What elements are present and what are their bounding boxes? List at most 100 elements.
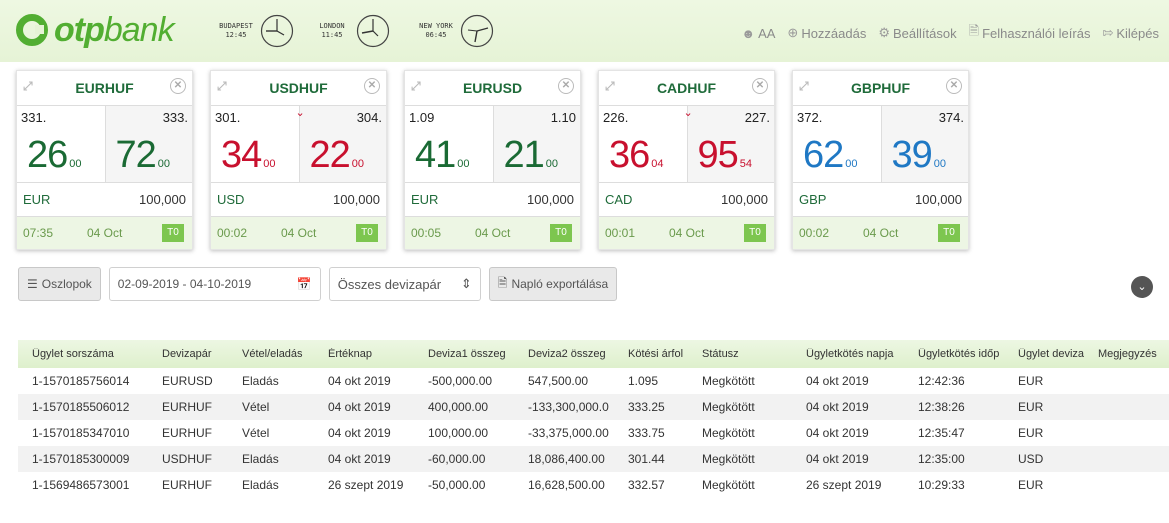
table-cell: 12:42:36 — [918, 374, 965, 388]
close-icon[interactable]: ✕ — [946, 78, 962, 94]
sell-price-button[interactable]: 226. 36 04 — [599, 106, 687, 182]
table-cell: 1.095 — [628, 374, 659, 388]
table-cell: EUR — [1018, 426, 1044, 440]
gear-icon: ⚙ — [878, 25, 891, 40]
columns-button-label: Oszlopok — [41, 277, 92, 291]
expand-icon[interactable]: ⤢ — [217, 79, 227, 94]
tile-amount-row[interactable]: USD 100,000 — [211, 183, 386, 217]
sell-price-main: 26 — [27, 134, 68, 176]
currency-tile[interactable]: ⤢ GBPHUF ✕ 372. 62 00 374. 39 00 GBP 100,000 00:02 0… — [792, 70, 969, 250]
export-log-button[interactable]: 🗎 Napló exportálása — [488, 267, 618, 301]
close-icon[interactable]: ✕ — [170, 78, 186, 94]
table-cell: 04 okt 2019 — [328, 426, 391, 440]
otp-bank-logo[interactable]: otpbank — [16, 10, 175, 50]
buy-price-button[interactable]: ⌄ 304. 22 00 — [296, 106, 386, 182]
table-row[interactable]: 1-1570185300009 USDHUF Eladás 04 okt 2019 -6… — [18, 446, 1169, 472]
column-header[interactable]: Vétel/eladás — [228, 348, 314, 360]
sell-price-main: 41 — [415, 134, 456, 176]
table-cell: Eladás — [242, 478, 279, 492]
buy-price-button[interactable]: ⌄ 227. 95 54 — [684, 106, 774, 182]
close-icon[interactable]: ✕ — [364, 78, 380, 94]
column-header[interactable]: Kötési árfol — [614, 348, 688, 360]
tile-amount-row[interactable]: EUR 100,000 — [17, 183, 192, 217]
clock-budapest: BUDAPEST 12:45 — [216, 14, 294, 48]
nav-add[interactable]: ⊕ Hozzáadás — [787, 22, 866, 44]
nav-user[interactable]: ☻ AA — [741, 22, 775, 44]
buy-price-button[interactable]: 374. 39 00 — [880, 106, 968, 182]
sell-price-button[interactable]: 1.09 41 00 — [405, 106, 493, 182]
nav-user-guide[interactable]: 🗎 Felhasználói leírás — [969, 22, 1091, 44]
close-icon[interactable]: ✕ — [558, 78, 574, 94]
nav-logout[interactable]: ⇰ Kilépés — [1102, 22, 1159, 44]
table-row[interactable]: 1-1570185506012 EURHUF Vétel 04 okt 2019 400… — [18, 394, 1169, 420]
table-cell: -60,000.00 — [428, 452, 486, 466]
expand-icon[interactable]: ⤢ — [23, 79, 33, 94]
column-header[interactable]: Ügyletkötés napja — [792, 348, 904, 360]
currency-tile[interactable]: ⤢ CADHUF ✕ 226. 36 04 ⌄ 227. 95 54 CAD 100,000 00:01… — [598, 70, 775, 250]
table-cell: 04 okt 2019 — [328, 452, 391, 466]
column-header[interactable]: Ügylet deviza — [1004, 348, 1084, 360]
column-header[interactable]: Megjegyzés — [1084, 348, 1169, 360]
sell-price-button[interactable]: 372. 62 00 — [793, 106, 881, 182]
tile-tenor-button[interactable]: T0 — [162, 224, 184, 242]
nav-settings[interactable]: ⚙ Beállítások — [878, 22, 956, 44]
table-cell: Megkötött — [702, 478, 755, 492]
table-row[interactable]: 1-1569486573001 EURHUF Eladás 26 szept 2019… — [18, 472, 1169, 498]
buy-price-prefix: 374. — [938, 110, 964, 125]
table-cell: Megkötött — [702, 426, 755, 440]
table-header-row: Ügylet sorszáma Devizapár Vétel/eladás Érté… — [18, 340, 1169, 368]
tile-tenor-button[interactable]: T0 — [744, 224, 766, 242]
table-cell: 26 szept 2019 — [328, 478, 404, 492]
expand-icon[interactable]: ⤢ — [411, 79, 421, 94]
column-header[interactable]: Deviza2 összeg — [514, 348, 614, 360]
column-header[interactable]: Értéknap — [314, 348, 414, 360]
buy-price-button[interactable]: 333. 72 00 — [104, 106, 192, 182]
chevron-down-icon[interactable]: ⌄ — [1131, 276, 1153, 298]
table-cell: 1-1569486573001 — [32, 478, 130, 492]
table-cell: 12:35:00 — [918, 452, 965, 466]
brand-otp: otp — [54, 10, 105, 49]
column-header[interactable]: Ügylet sorszáma — [18, 348, 148, 360]
column-header[interactable]: Devizapár — [148, 348, 228, 360]
buy-price-main: 21 — [503, 134, 545, 176]
column-header[interactable]: Deviza1 összeg — [414, 348, 514, 360]
sell-price-button[interactable]: 331. 26 00 — [17, 106, 105, 182]
tile-date: 04 Oct — [669, 226, 705, 240]
table-cell: EUR — [1018, 400, 1044, 414]
column-header[interactable]: Státusz — [688, 348, 792, 360]
tile-amount-row[interactable]: CAD 100,000 — [599, 183, 774, 217]
tile-tenor-button[interactable]: T0 — [938, 224, 960, 242]
buy-price-prefix: 227. — [744, 110, 770, 125]
sell-price-button[interactable]: 301. 34 00 — [211, 106, 299, 182]
tile-amount-row[interactable]: GBP 100,000 — [793, 183, 968, 217]
clock-face-icon — [356, 14, 390, 48]
tile-amount-row[interactable]: EUR 100,000 — [405, 183, 580, 217]
table-cell: -500,000.00 — [428, 374, 493, 388]
table-cell: 16,628,500.00 — [528, 478, 605, 492]
date-range-value: 02-09-2019 - 04-10-2019 — [117, 277, 252, 291]
expand-icon[interactable]: ⤢ — [605, 79, 615, 94]
buy-price-button[interactable]: 1.10 21 00 — [492, 106, 580, 182]
tile-tenor-button[interactable]: T0 — [550, 224, 572, 242]
tile-header: ⤢ CADHUF ✕ — [599, 71, 774, 105]
tile-date: 04 Oct — [475, 226, 511, 240]
table-cell: EURHUF — [162, 426, 212, 440]
columns-button[interactable]: ☰ Oszlopok — [18, 267, 101, 301]
expand-icon[interactable]: ⤢ — [799, 79, 809, 94]
sell-price-main: 36 — [609, 134, 650, 176]
tile-tenor-button[interactable]: T0 — [356, 224, 378, 242]
table-row[interactable]: 1-1570185347010 EURHUF Vétel 04 okt 2019 100… — [18, 420, 1169, 446]
buy-price-main: 39 — [891, 134, 933, 176]
nav-user-label: AA — [758, 25, 776, 41]
table-cell: USD — [1018, 452, 1044, 466]
currency-tile[interactable]: ⤢ EURHUF ✕ 331. 26 00 333. 72 00 EUR 100,000 07:35 0… — [16, 70, 193, 250]
column-header[interactable]: Ügyletkötés időp — [904, 348, 1004, 360]
currency-tile[interactable]: ⤢ EURUSD ✕ 1.09 41 00 1.10 21 00 EUR 100,000 00:05 0… — [404, 70, 581, 250]
date-range-input[interactable]: 02-09-2019 - 04-10-2019 📅 — [108, 267, 321, 301]
top-header: otpbank BUDAPEST 12:45 LONDON 11:45 NEW YO… — [0, 0, 1169, 62]
currency-pair-select[interactable]: Összes devizapár ⇕ — [328, 267, 481, 301]
clock-time: 12:45 — [225, 31, 247, 39]
close-icon[interactable]: ✕ — [752, 78, 768, 94]
currency-tile[interactable]: ⤢ USDHUF ✕ 301. 34 00 ⌄ 304. 22 00 USD 100,000 00:02… — [210, 70, 387, 250]
table-row[interactable]: 1-1570185756014 EURUSD Eladás 04 okt 2019 -5… — [18, 368, 1169, 394]
